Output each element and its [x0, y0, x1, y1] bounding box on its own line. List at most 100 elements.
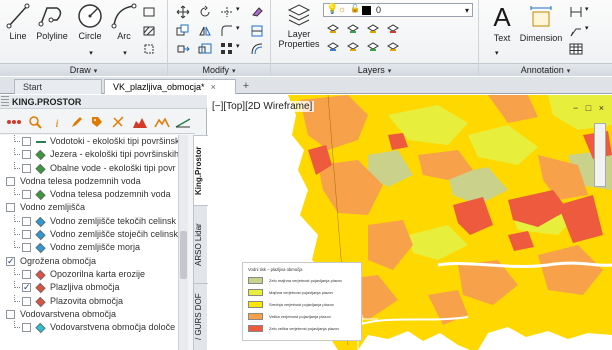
minimize-icon[interactable]: − — [573, 103, 578, 113]
slope-icon[interactable] — [175, 115, 191, 129]
layer-visibility-checkbox[interactable] — [22, 296, 31, 306]
text-tool-button[interactable]: A Text — [489, 2, 515, 43]
drawing-viewport[interactable]: [−][Top][2D Wireframe] − □ × Vodni tisk … — [208, 95, 612, 350]
profile-chart-icon[interactable] — [132, 115, 148, 129]
layer-row[interactable]: Jezera - ekološki tipi površinskih — [0, 148, 178, 161]
linear-dim-icon[interactable] — [569, 5, 583, 19]
polyline-tool-button[interactable]: Polyline — [33, 2, 71, 41]
fillet-icon[interactable] — [220, 24, 234, 38]
layer-row[interactable]: Vodno zemljišča — [0, 201, 178, 214]
copy-icon[interactable] — [176, 24, 190, 38]
layer-tool-4-icon[interactable] — [386, 22, 400, 36]
circle-dropdown-icon[interactable]: ▾ — [84, 49, 98, 63]
boundary-icon[interactable] — [142, 42, 156, 56]
new-tab-button[interactable]: + — [238, 79, 254, 94]
info-icon[interactable]: i — [50, 115, 64, 129]
offset-icon[interactable] — [250, 42, 264, 56]
layer-row[interactable]: Vodna telesa podzemnih voda — [0, 175, 178, 188]
layer-visibility-checkbox[interactable] — [22, 230, 31, 240]
layer-row[interactable]: Vodno zemljišče morja — [0, 241, 178, 254]
layer-visibility-checkbox[interactable] — [6, 203, 15, 213]
rectangle-icon[interactable] — [142, 5, 156, 19]
layer-visibility-checkbox[interactable] — [6, 176, 15, 186]
layer-tool-1-icon[interactable] — [326, 22, 340, 36]
layer-visibility-checkbox[interactable] — [6, 309, 15, 319]
leader-icon[interactable] — [569, 24, 583, 38]
layer-tree-scrollbar[interactable] — [178, 135, 188, 350]
scale-icon[interactable] — [198, 42, 212, 56]
measure-icon[interactable] — [111, 115, 125, 129]
layer-row[interactable]: Obalne vode - ekološki tipi povr — [0, 161, 178, 175]
tag-icon[interactable] — [90, 115, 104, 129]
side-tab-arso-lidar[interactable]: ARSO Lidar — [194, 205, 208, 283]
layer-visibility-checkbox[interactable] — [6, 255, 15, 268]
annotation-panel-title[interactable]: Annotation ▾ — [479, 63, 612, 76]
modify-panel-title[interactable]: Modify ▾ — [168, 63, 270, 76]
layer-visibility-checkbox[interactable] — [22, 243, 31, 253]
arc-tool-button[interactable]: Arc — [110, 2, 138, 41]
scrollbar-thumb[interactable] — [180, 231, 187, 279]
layer-properties-button[interactable]: Layer Properties — [276, 2, 322, 49]
array-icon[interactable] — [220, 42, 234, 56]
explode-icon[interactable] — [250, 24, 264, 38]
layers-panel-title[interactable]: Layers ▾ — [271, 63, 478, 76]
terrain-icon[interactable] — [154, 115, 170, 129]
layer-visibility-checkbox[interactable] — [22, 190, 31, 200]
viewcube[interactable] — [594, 123, 606, 187]
dimension-tool-button[interactable]: Dimension — [519, 2, 563, 43]
side-tab-gurs-dof[interactable]: / GURS DOF — [194, 283, 208, 350]
layer-visibility-checkbox[interactable] — [22, 137, 31, 146]
layer-row[interactable]: Plazovita območja — [0, 294, 178, 308]
line-tool-button[interactable]: Line — [4, 2, 32, 41]
trim-dropdown-icon[interactable]: ▾ — [236, 5, 250, 19]
layer-row[interactable]: Vodno zemljišče stoječih celinsk — [0, 228, 178, 241]
layer-tool-2-icon[interactable] — [346, 22, 360, 36]
leader-dropdown-icon[interactable]: ▾ — [585, 24, 599, 38]
layer-tool-3-icon[interactable] — [366, 22, 380, 36]
hatch-icon[interactable] — [142, 24, 156, 38]
erase-icon[interactable] — [250, 5, 264, 19]
layer-row[interactable]: Vodna telesa podzemnih voda — [0, 188, 178, 201]
search-icon[interactable] — [28, 115, 42, 129]
panel-close-icon[interactable] — [1, 96, 9, 108]
layer-visibility-checkbox[interactable] — [22, 269, 31, 279]
stretch-icon[interactable] — [176, 42, 190, 56]
layer-tool-5-icon[interactable] — [326, 40, 340, 54]
close-tab-icon[interactable]: × — [211, 82, 216, 92]
fillet-dropdown-icon[interactable]: ▾ — [236, 24, 250, 38]
layer-visibility-checkbox[interactable] — [22, 163, 31, 173]
pencil-icon[interactable] — [70, 115, 84, 129]
linear-dim-dropdown-icon[interactable]: ▾ — [585, 5, 599, 19]
tab-start[interactable]: Start — [14, 79, 102, 94]
close-icon[interactable]: × — [599, 103, 604, 113]
viewport-label[interactable]: [−][Top][2D Wireframe] — [210, 101, 315, 112]
trim-icon[interactable] — [220, 5, 234, 19]
side-tab-king-prostor[interactable]: King.Prostor — [194, 135, 208, 205]
table-icon[interactable] — [569, 42, 583, 56]
restore-icon[interactable]: □ — [586, 103, 591, 113]
dots-icon[interactable] — [6, 115, 22, 129]
arc-dropdown-icon[interactable]: ▾ — [118, 49, 132, 63]
layer-tool-7-icon[interactable] — [366, 40, 380, 54]
layer-row[interactable]: Plazljiva območja — [0, 281, 178, 294]
text-dropdown-icon[interactable]: ▾ — [495, 49, 509, 63]
layer-visibility-checkbox[interactable] — [22, 150, 31, 160]
layer-row[interactable]: Vodotoki - ekološki tipi površinsk — [0, 135, 178, 148]
layer-dropdown[interactable]: 💡 ☼ 🔓 0 ▾ — [323, 3, 473, 17]
mirror-icon[interactable] — [198, 24, 212, 38]
rotate-icon[interactable] — [198, 5, 212, 19]
tab-drawing[interactable]: VK_plazljiva_obmocja* × — [104, 79, 236, 94]
layer-tool-8-icon[interactable] — [386, 40, 400, 54]
layer-row[interactable]: Vodovarstvena območja — [0, 308, 178, 321]
layer-tool-6-icon[interactable] — [346, 40, 360, 54]
layer-row[interactable]: Opozorilna karta erozije — [0, 267, 178, 281]
layer-row[interactable]: Ogrožena območja — [0, 255, 178, 268]
move-icon[interactable] — [176, 5, 190, 19]
layer-row[interactable]: Vodno zemljišče tekočih celinsk — [0, 214, 178, 228]
draw-panel-title[interactable]: Draw ▾ — [0, 63, 167, 76]
circle-tool-button[interactable]: Circle — [74, 2, 106, 41]
layer-visibility-checkbox[interactable] — [22, 323, 31, 333]
layer-visibility-checkbox[interactable] — [22, 216, 31, 226]
array-dropdown-icon[interactable]: ▾ — [236, 42, 250, 56]
layer-visibility-checkbox[interactable] — [22, 281, 31, 294]
